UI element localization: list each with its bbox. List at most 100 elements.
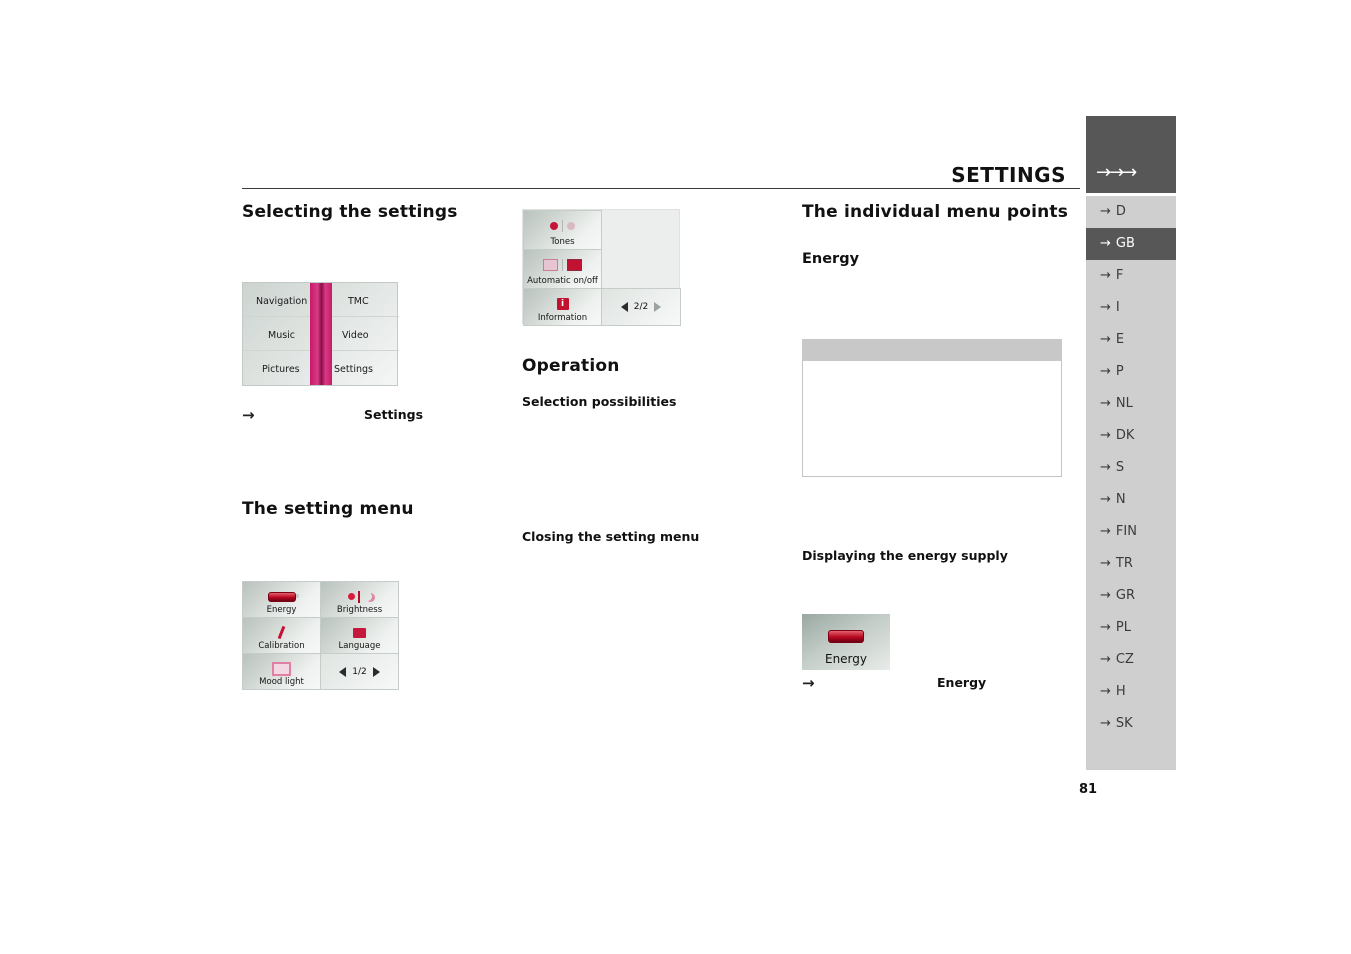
rail-item-h[interactable]: → H (1086, 676, 1176, 708)
pen-icon (243, 622, 320, 640)
rail-item-s[interactable]: → S (1086, 452, 1176, 484)
tile-mood-light[interactable]: Mood light (242, 653, 321, 690)
main-menu-screenshot: Navigation TMC Music Video Pictures Sett… (242, 282, 399, 386)
info-icon: i (524, 293, 601, 310)
caption-settings: → Settings (242, 406, 492, 424)
heading-the-individual-menu-points: The individual menu points (802, 202, 1069, 222)
pager-label: 2/2 (633, 302, 649, 312)
chapter-tab: →→→ (1086, 116, 1176, 193)
setting-menu-screenshot: Energy Brightness Calibration Language M… (242, 581, 399, 690)
menu-label-video[interactable]: Video (342, 330, 369, 341)
page-title: SETTINGS (951, 163, 1066, 187)
flag-icon (321, 622, 398, 639)
caption-text: Energy (937, 675, 987, 690)
next-page-icon[interactable] (654, 302, 662, 312)
rail-item-gb[interactable]: → GB (1086, 228, 1176, 260)
chapter-arrows-icon: →→→ (1096, 162, 1137, 183)
language-rail: → D → GB → F → I → E → P → NL → DK → S → N → FIN (1086, 196, 1176, 770)
pager-1of2[interactable]: 1/2 (320, 653, 399, 690)
subheading-closing-the-setting-menu: Closing the setting menu (522, 529, 700, 544)
tile-brightness[interactable]: Brightness (320, 581, 399, 618)
rail-item-gr[interactable]: → GR (1086, 580, 1176, 612)
rail-item-d[interactable]: → D (1086, 196, 1176, 228)
rail-item-fin[interactable]: → FIN (1086, 516, 1176, 548)
arrow-icon: → (1100, 492, 1111, 507)
rail-item-cz[interactable]: → CZ (1086, 644, 1176, 676)
rail-label: NL (1115, 396, 1133, 411)
rail-label: GR (1115, 588, 1136, 603)
rail-label: GB (1115, 236, 1135, 251)
menu-label-pictures[interactable]: Pictures (262, 364, 300, 375)
arrow-icon: → (1100, 588, 1111, 603)
rail-label: PL (1115, 620, 1131, 635)
rail-label: CZ (1115, 652, 1134, 667)
prev-page-icon[interactable] (620, 302, 628, 312)
prev-page-icon[interactable] (339, 666, 347, 677)
rail-label: S (1115, 460, 1125, 475)
subheading-energy: Energy (802, 251, 860, 267)
note-box (802, 339, 1062, 477)
tile-label: Brightness (336, 605, 383, 615)
rail-item-nl[interactable]: → NL (1086, 388, 1176, 420)
pager-2of2[interactable]: 2/2 (601, 288, 681, 326)
rail-label: I (1115, 300, 1120, 315)
rail-label: H (1115, 684, 1126, 699)
rail-label: E (1115, 332, 1125, 347)
note-box-header (802, 339, 1062, 361)
rail-item-n[interactable]: → N (1086, 484, 1176, 516)
arrow-icon: → (1100, 524, 1111, 539)
next-page-icon[interactable] (372, 666, 380, 677)
arrow-icon: → (1100, 236, 1111, 251)
manual-page: SETTINGS →→→ → D → GB → F → I → E → P → NL → DK … (0, 0, 1351, 954)
tile-language[interactable]: Language (320, 617, 399, 654)
caption-text: Settings (364, 407, 424, 422)
tile-energy[interactable]: Energy (242, 581, 321, 618)
tile-label: Mood light (259, 677, 304, 687)
arrow-icon: → (1100, 332, 1111, 347)
menu-divider-icon (310, 283, 332, 385)
arrow-icon: → (1100, 684, 1111, 699)
tile-information[interactable]: i Information (523, 288, 602, 326)
energy-tile-label: Energy (824, 652, 867, 666)
page-number: 81 (1079, 782, 1098, 797)
menu-label-tmc[interactable]: TMC (348, 296, 369, 307)
tones-icon (524, 215, 601, 232)
arrow-icon: → (1100, 556, 1111, 571)
rail-item-sk[interactable]: → SK (1086, 708, 1176, 740)
rail-item-tr[interactable]: → TR (1086, 548, 1176, 580)
tile-automatic-onoff[interactable]: Automatic on/off (523, 249, 602, 289)
rail-label: F (1115, 268, 1124, 283)
heading-operation: Operation (522, 356, 620, 376)
rail-item-i[interactable]: → I (1086, 292, 1176, 324)
arrow-icon: → (1100, 652, 1111, 667)
tile-label: Tones (550, 237, 575, 247)
menu-label-navigation[interactable]: Navigation (256, 296, 307, 307)
battery-icon (243, 586, 320, 603)
rail-label: N (1115, 492, 1126, 507)
arrow-icon: → (242, 406, 255, 424)
rail-item-dk[interactable]: → DK (1086, 420, 1176, 452)
tile-label: Calibration (258, 641, 305, 651)
rail-item-f[interactable]: → F (1086, 260, 1176, 292)
tile-label: Automatic on/off (527, 276, 598, 286)
arrow-icon: → (1100, 204, 1111, 219)
menu-label-music[interactable]: Music (268, 330, 295, 341)
energy-tile[interactable]: Energy (802, 614, 890, 670)
arrow-icon: → (1100, 396, 1111, 411)
arrow-icon: → (1100, 300, 1111, 315)
tile-label: Energy (266, 605, 297, 615)
subheading-selection-possibilities: Selection possibilities (522, 394, 677, 409)
heading-selecting-the-settings: Selecting the settings (242, 202, 458, 222)
rail-label: TR (1115, 556, 1133, 571)
rail-item-e[interactable]: → E (1086, 324, 1176, 356)
rail-item-p[interactable]: → P (1086, 356, 1176, 388)
rail-item-pl[interactable]: → PL (1086, 612, 1176, 644)
tile-calibration[interactable]: Calibration (242, 617, 321, 654)
lamp-icon (243, 658, 320, 676)
arrow-icon: → (1100, 268, 1111, 283)
arrow-icon: → (802, 674, 815, 692)
arrow-icon: → (1100, 716, 1111, 731)
tile-tones[interactable]: Tones (523, 210, 602, 250)
menu-label-settings[interactable]: Settings (334, 364, 373, 375)
arrow-icon: → (1100, 620, 1111, 635)
